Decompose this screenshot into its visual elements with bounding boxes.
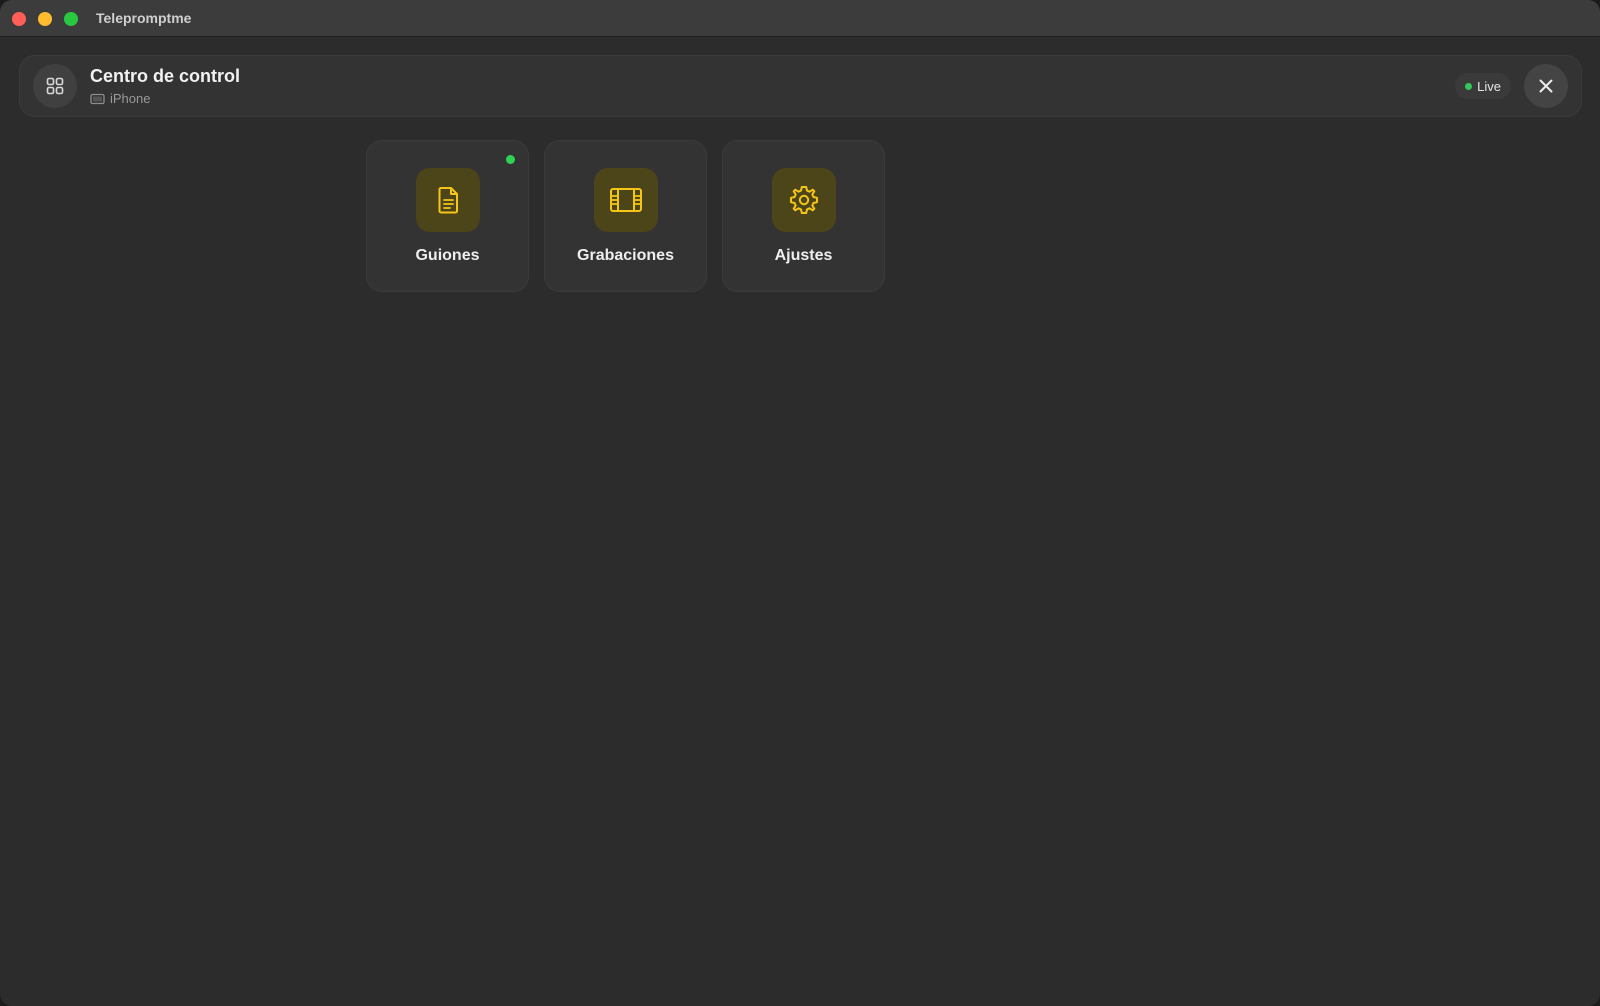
control-center-header: Centro de control iPhone Live [19,55,1582,117]
window-minimize-button[interactable] [38,12,52,26]
window-zoom-button[interactable] [64,12,78,26]
title-bar: Telepromptme [0,0,1600,37]
device-info: iPhone [90,91,150,106]
live-status-badge: Live [1455,73,1511,99]
live-indicator-dot [1465,82,1473,90]
app-window: Telepromptme Centro de control iPhone Li… [0,0,1600,1006]
tile-label: Guiones [415,247,480,264]
live-label: Live [1477,78,1501,94]
device-name: iPhone [110,91,151,106]
feature-tiles: Guiones Grabaciones Ajustes [366,140,885,292]
tile-guiones[interactable]: Guiones [366,140,529,292]
tile-icon-container [771,168,836,232]
tile-ajustes[interactable]: Ajustes [722,140,885,292]
device-icon [90,93,105,104]
new-indicator-dot [506,155,515,164]
app-title: Telepromptme [96,10,192,26]
close-button[interactable] [1524,64,1568,108]
film-icon [609,188,642,212]
tile-label: Ajustes [774,247,833,264]
tile-icon-container [593,168,658,232]
document-icon [438,187,458,214]
tile-icon-container [415,168,480,232]
menu-button[interactable] [33,64,77,108]
page-title: Centro de control [90,66,241,86]
tile-grabaciones[interactable]: Grabaciones [544,140,707,292]
window-close-button[interactable] [12,12,26,26]
close-icon [1539,79,1553,93]
tile-label: Grabaciones [577,247,674,264]
gear-icon [789,186,818,214]
grid-icon [46,77,64,95]
